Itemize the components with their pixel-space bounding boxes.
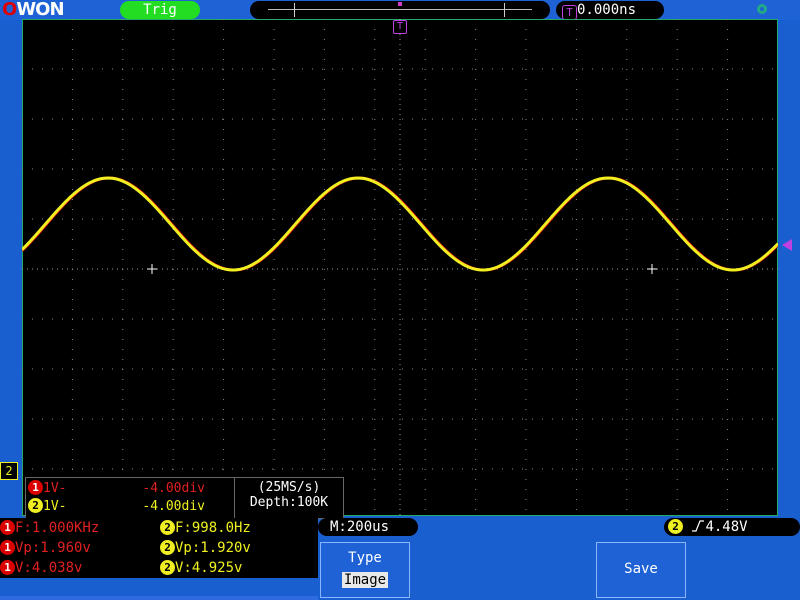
ch1-badge: 1 bbox=[28, 480, 43, 495]
ch1-vp: 1 Vp:1.960v bbox=[0, 539, 91, 557]
channel-info-panel: 1 1V- -4.00div 2 1V- -4.00div bbox=[25, 477, 236, 519]
ch1-badge: 1 bbox=[0, 560, 15, 575]
ch2-badge: 2 bbox=[160, 540, 175, 555]
ch1-v-value: V:4.038v bbox=[15, 560, 83, 576]
memory-trigger-pointer bbox=[398, 2, 402, 6]
ch2-vp: 2 Vp:1.920v bbox=[160, 539, 251, 557]
memory-bar-right-bracket bbox=[504, 3, 505, 17]
type-button-label: Type bbox=[348, 550, 382, 566]
type-button-value: Image bbox=[341, 572, 389, 588]
ch2-info-row: 2 1V- -4.00div bbox=[28, 498, 233, 516]
acquisition-info: (25MS/s) Depth:100K bbox=[234, 477, 344, 519]
ch2-frequency: 2 F:998.0Hz bbox=[160, 519, 251, 537]
usb-icon bbox=[755, 2, 769, 20]
ch1-v: 1 V:4.038v bbox=[0, 559, 82, 577]
ch2-vp-value: Vp:1.920v bbox=[175, 540, 251, 556]
measurement-panel: 1 F:1.000KHz 1 Vp:1.960v 1 V:4.038v 2 F:998.… bbox=[0, 518, 318, 578]
ch2-badge: 2 bbox=[160, 560, 175, 575]
ch2-v: 2 V:4.925v bbox=[160, 559, 242, 577]
ch2-offset: -4.00div bbox=[142, 499, 205, 514]
trigger-delay[interactable]: T 0.000ns bbox=[556, 1, 664, 20]
ch1-frequency: 1 F:1.000KHz bbox=[0, 519, 99, 537]
logo-o: O bbox=[2, 0, 17, 20]
sample-rate: (25MS/s) bbox=[257, 480, 321, 495]
ch2-offset-marker[interactable]: 2 bbox=[0, 462, 18, 480]
trigger-level-arrow-icon[interactable] bbox=[782, 239, 792, 251]
cursor-cross bbox=[147, 264, 157, 274]
trigger-level-display[interactable]: 2 4.48V bbox=[664, 518, 800, 536]
waveform-graticule bbox=[22, 19, 778, 516]
trigger-level-value: 4.48V bbox=[705, 519, 748, 535]
rising-edge-icon bbox=[691, 519, 705, 532]
ch2-v-value: V:4.925v bbox=[175, 560, 243, 576]
trigger-delay-value: 0.000ns bbox=[577, 2, 637, 18]
cursor-cross bbox=[647, 264, 657, 274]
save-button-label: Save bbox=[624, 561, 658, 577]
bottom-strip bbox=[0, 596, 318, 600]
memory-bar-line bbox=[268, 9, 532, 10]
trigger-time-icon: T bbox=[562, 5, 577, 20]
memory-bar-left-bracket bbox=[294, 3, 295, 17]
ch1-badge: 1 bbox=[0, 520, 15, 535]
logo-text: WON bbox=[16, 0, 64, 20]
ch1-badge: 1 bbox=[0, 540, 15, 555]
ch2-badge: 2 bbox=[160, 520, 175, 535]
ch1-offset: -4.00div bbox=[142, 481, 205, 496]
save-button[interactable]: Save bbox=[596, 542, 686, 598]
ch1-frequency-value: F:1.000KHz bbox=[15, 520, 100, 536]
ch1-info-row: 1 1V- -4.00div bbox=[28, 480, 233, 498]
ch2-volts: 1V- bbox=[43, 499, 67, 514]
ch1-vp-value: Vp:1.960v bbox=[15, 540, 91, 556]
ch2-badge: 2 bbox=[28, 498, 43, 513]
memory-depth: Depth:100K bbox=[249, 495, 329, 510]
ch2-frequency-value: F:998.0Hz bbox=[175, 520, 251, 536]
ch1-volts: 1V- bbox=[43, 481, 67, 496]
trigger-position-icon[interactable]: T bbox=[393, 20, 407, 34]
timebase-display[interactable]: M:200us bbox=[318, 518, 418, 536]
owon-logo: OWON bbox=[2, 0, 65, 20]
trigger-source-badge: 2 bbox=[668, 519, 683, 534]
type-button[interactable]: Type Image bbox=[320, 542, 410, 598]
trigger-status[interactable]: Trig bbox=[120, 1, 200, 19]
